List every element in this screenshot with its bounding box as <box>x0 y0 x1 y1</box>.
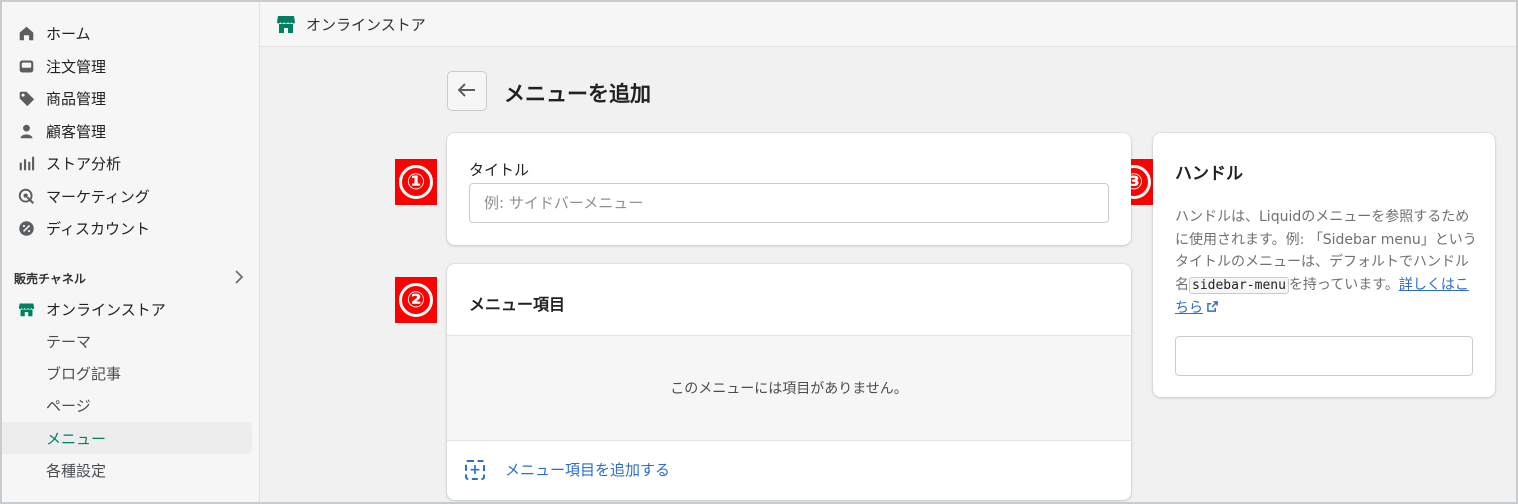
handle-description: ハンドルは、Liquidのメニューを参照するために使用されます。例: 「Side… <box>1175 206 1477 320</box>
app-frame: ホーム 注文管理 商品管理 顧客管理 ストア分析 マーケティング ディスカウント… <box>0 0 1518 504</box>
menu-items-card: メニュー項目 このメニューには項目がありません。 + メニュー項目を追加する <box>447 264 1131 500</box>
title-card: タイトル <box>447 133 1131 245</box>
section-label: 販売チャネル <box>14 271 86 286</box>
title-input[interactable] <box>469 183 1109 223</box>
sidebar-item-label: テーマ <box>46 332 92 351</box>
store-icon <box>276 14 296 34</box>
sidebar-subitem-blog-posts[interactable]: ブログ記事 <box>2 357 252 389</box>
sidebar-item-label: 各種設定 <box>46 461 107 480</box>
sidebar-item-label: ホーム <box>46 24 91 43</box>
sidebar-item-marketing[interactable]: マーケティング <box>2 180 252 212</box>
annotation-badge-2: ② <box>395 277 437 323</box>
sidebar-item-label: オンラインストア <box>46 300 166 319</box>
add-menu-item-button[interactable]: + メニュー項目を追加する <box>465 459 670 480</box>
page-title: メニューを追加 <box>504 82 651 106</box>
sidebar: ホーム 注文管理 商品管理 顧客管理 ストア分析 マーケティング ディスカウント… <box>2 2 260 502</box>
handle-code: sidebar-menu <box>1189 276 1289 294</box>
annotation-badge-1: ① <box>395 159 437 205</box>
sidebar-item-label: マーケティング <box>46 187 150 206</box>
back-button[interactable] <box>447 71 487 111</box>
sidebar-item-label: ストア分析 <box>46 154 122 173</box>
menu-items-title: メニュー項目 <box>469 295 566 314</box>
menu-items-empty-state: このメニューには項目がありません。 <box>447 335 1131 441</box>
title-label: タイトル <box>469 161 530 179</box>
annotation-number: ① <box>399 165 433 199</box>
annotation-number: ② <box>399 283 433 317</box>
chevron-right-icon <box>234 269 244 288</box>
add-menu-item-label: メニュー項目を追加する <box>505 461 671 479</box>
sales-channels-header[interactable]: 販売チャネル <box>14 268 244 288</box>
discount-icon <box>18 220 35 237</box>
sidebar-item-label: ブログ記事 <box>46 364 122 383</box>
person-icon <box>18 123 35 140</box>
sidebar-item-label: 商品管理 <box>46 89 107 108</box>
sidebar-item-label: 顧客管理 <box>46 122 107 141</box>
store-icon <box>18 301 35 318</box>
topbar: オンラインストア <box>260 2 1516 47</box>
sidebar-subitem-navigation[interactable]: メニュー <box>2 422 252 454</box>
sidebar-item-label: メニュー <box>46 429 107 448</box>
sidebar-item-discounts[interactable]: ディスカウント <box>2 212 252 244</box>
topbar-title: オンラインストア <box>306 16 426 34</box>
sidebar-item-orders[interactable]: 注文管理 <box>2 50 252 82</box>
inbox-icon <box>18 58 35 75</box>
sidebar-item-label: 注文管理 <box>46 57 107 76</box>
sidebar-item-analytics[interactable]: ストア分析 <box>2 147 252 179</box>
sidebar-subitem-pages[interactable]: ページ <box>2 389 252 421</box>
target-icon <box>18 188 35 205</box>
sidebar-item-home[interactable]: ホーム <box>2 17 252 49</box>
empty-state-text: このメニューには項目がありません。 <box>670 381 908 397</box>
handle-title: ハンドル <box>1175 164 1243 184</box>
sidebar-item-online-store[interactable]: オンラインストア <box>2 293 252 325</box>
sidebar-subitem-themes[interactable]: テーマ <box>2 325 252 357</box>
sidebar-subitem-preferences[interactable]: 各種設定 <box>2 454 252 486</box>
sidebar-item-label: ディスカウント <box>46 219 150 238</box>
handle-input[interactable] <box>1175 336 1473 376</box>
sidebar-item-products[interactable]: 商品管理 <box>2 82 252 114</box>
tag-icon <box>18 90 35 107</box>
arrow-left-icon <box>457 82 476 101</box>
handle-desc-text-2: を持っています。 <box>1288 276 1399 293</box>
sidebar-item-customers[interactable]: 顧客管理 <box>2 115 252 147</box>
bar-chart-icon <box>18 155 35 172</box>
external-link-icon <box>1207 300 1219 316</box>
handle-card: ハンドル ハンドルは、Liquidのメニューを参照するために使用されます。例: … <box>1153 133 1495 397</box>
sidebar-item-label: ページ <box>46 396 91 415</box>
add-icon: + <box>465 459 485 480</box>
home-icon <box>18 25 35 42</box>
